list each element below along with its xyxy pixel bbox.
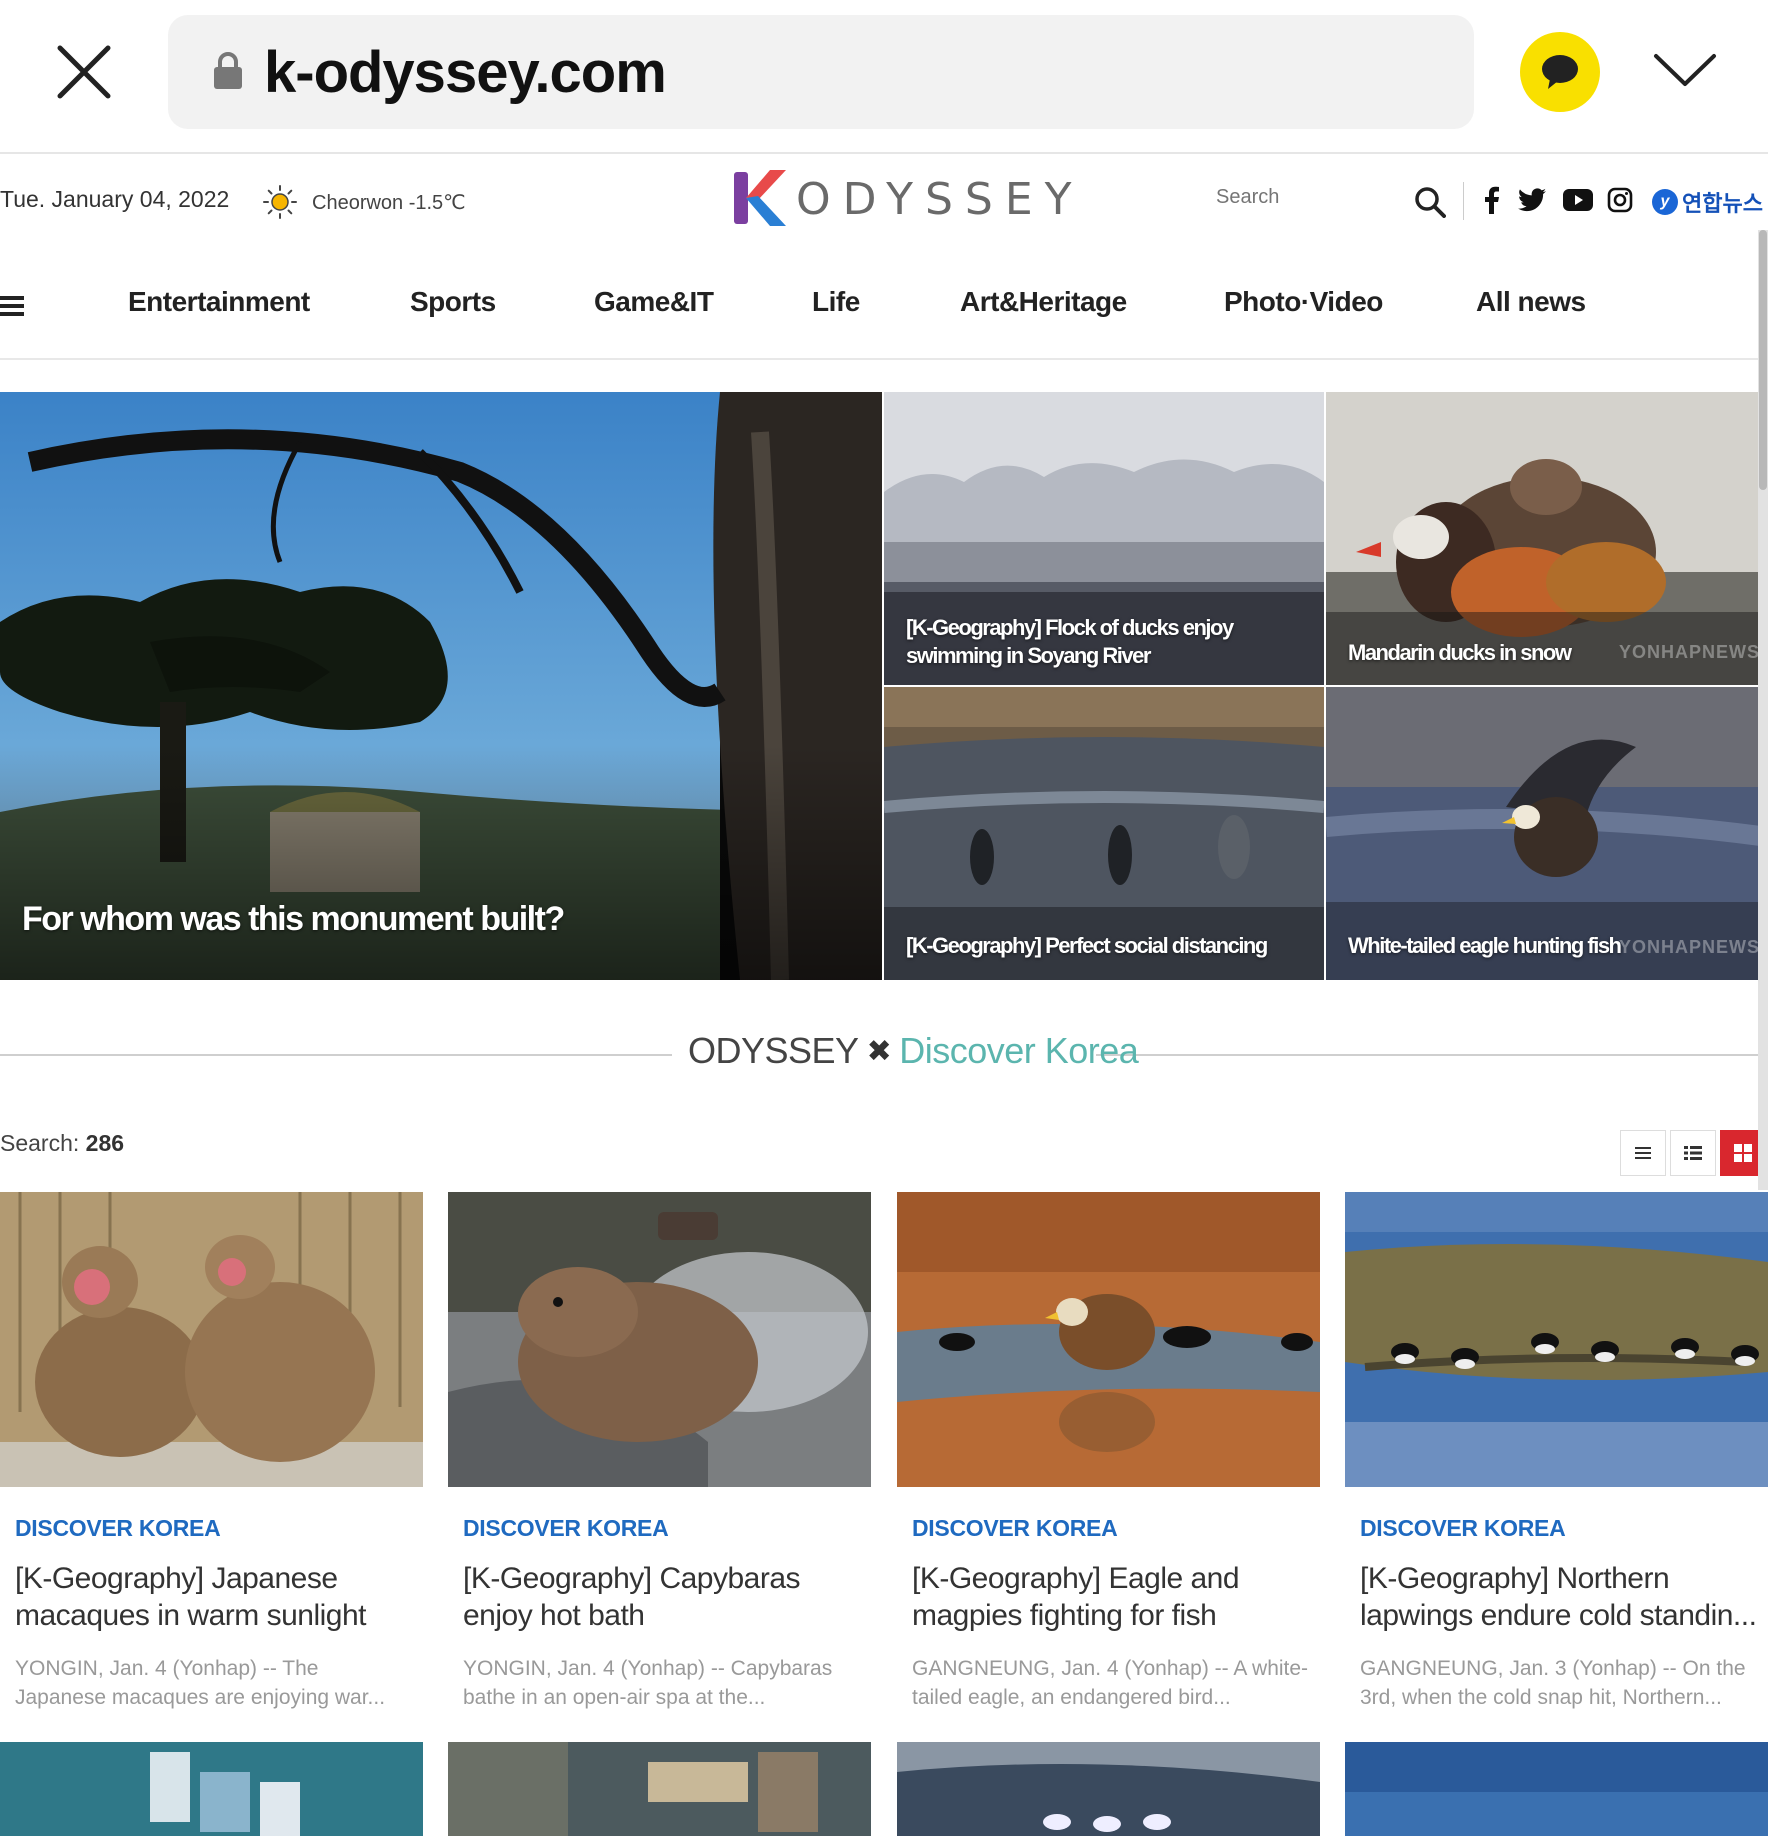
lock-icon xyxy=(212,51,244,91)
hero-tile[interactable]: [K-Geography] Flock of ducks enjoy swimm… xyxy=(884,392,1324,685)
close-icon[interactable] xyxy=(52,40,116,104)
article-card[interactable]: DISCOVER KOREA [K-Geography] Japanese ma… xyxy=(0,1192,423,1712)
article-summary: GANGNEUNG, Jan. 3 (Yonhap) -- On the 3rd… xyxy=(1360,1657,1746,1709)
instagram-icon[interactable] xyxy=(1606,186,1634,214)
logo-wordmark: ODYSSEY xyxy=(796,174,1084,225)
section-rule-right xyxy=(1096,1054,1768,1056)
hero-main-image xyxy=(0,392,882,980)
logo-k-mark xyxy=(734,170,786,226)
article-thumbnail[interactable] xyxy=(448,1192,871,1487)
menu-icon[interactable] xyxy=(0,296,24,316)
weather-text: Cheorwon -1.5℃ xyxy=(312,192,466,214)
watermark: YONHAPNEWS xyxy=(1618,642,1760,662)
article-category[interactable]: DISCOVER KOREA xyxy=(1360,1515,1768,1542)
article-thumbnail[interactable] xyxy=(1345,1742,1768,1836)
chat-bubble-icon[interactable] xyxy=(1520,32,1600,112)
times-icon: ✖ xyxy=(866,1034,892,1068)
scrollbar-thumb[interactable] xyxy=(1759,230,1767,490)
hero-tile-caption[interactable]: [K-Geography] Flock of ducks enjoy swimm… xyxy=(906,614,1306,670)
article-thumbnail[interactable] xyxy=(1345,1192,1768,1487)
article-category[interactable]: DISCOVER KOREA xyxy=(912,1515,1320,1542)
partner-logo-mark: y xyxy=(1652,189,1678,215)
hero-tile[interactable]: White-tailed eagle hunting fish YONHAPNE… xyxy=(1326,687,1768,980)
partner-logo[interactable]: y 연합뉴스 xyxy=(1652,186,1763,218)
hero-tile-caption[interactable]: White-tailed eagle hunting fish xyxy=(1348,933,1622,959)
section-rule-left xyxy=(0,1054,672,1056)
article-category[interactable]: DISCOVER KOREA xyxy=(463,1515,871,1542)
nav-item-art-heritage[interactable]: Art&Heritage xyxy=(960,286,1127,318)
grid-icon xyxy=(1734,1144,1752,1162)
site-logo[interactable]: ODYSSEY xyxy=(732,166,1072,230)
hero-main-caption[interactable]: For whom was this monument built? xyxy=(22,900,565,939)
article-summary: YONGIN, Jan. 4 (Yonhap) -- The Japanese … xyxy=(15,1657,386,1709)
article-thumbnail[interactable] xyxy=(448,1742,871,1836)
watermark: YONHAPNEWS xyxy=(1618,937,1760,957)
nav-item-life[interactable]: Life xyxy=(812,286,860,318)
list-icon xyxy=(1635,1147,1651,1159)
youtube-icon[interactable] xyxy=(1562,186,1594,214)
nav-item-game-it[interactable]: Game&IT xyxy=(594,286,714,318)
nav-item-all-news[interactable]: All news xyxy=(1476,286,1586,318)
partner-logo-text: 연합뉴스 xyxy=(1682,191,1763,216)
article-summary: GANGNEUNG, Jan. 4 (Yonhap) -- A white-ta… xyxy=(912,1657,1309,1709)
chevron-down-icon[interactable] xyxy=(1650,46,1720,96)
sun-icon xyxy=(262,184,298,220)
hero-main-story[interactable]: For whom was this monument built? xyxy=(0,392,882,980)
article-card[interactable]: DISCOVER KOREA [K-Geography] Northern la… xyxy=(1345,1192,1768,1712)
article-title[interactable]: [K-Geography] Northern lapwings endure c… xyxy=(1360,1560,1760,1634)
main-nav: Entertainment Sports Game&IT Life Art&He… xyxy=(0,256,1768,360)
detail-list-icon xyxy=(1684,1146,1702,1160)
nav-item-sports[interactable]: Sports xyxy=(410,286,496,318)
hero-tile[interactable]: Mandarin ducks in snow YONHAPNEWS xyxy=(1326,392,1768,685)
article-thumbnail[interactable] xyxy=(897,1192,1320,1487)
detail-view-button[interactable] xyxy=(1670,1130,1716,1176)
hero-tile[interactable]: [K-Geography] Perfect social distancing xyxy=(884,687,1324,980)
section-title-right: Discover Korea xyxy=(899,1030,1139,1071)
result-count-label: Search: xyxy=(0,1130,80,1156)
section-title: ODYSSEY ✖ Discover Korea xyxy=(688,1030,1139,1072)
section-title-left: ODYSSEY xyxy=(688,1030,859,1071)
twitter-icon[interactable] xyxy=(1518,186,1546,214)
hero-tile-caption[interactable]: [K-Geography] Perfect social distancing xyxy=(906,933,1268,959)
header-divider xyxy=(1463,182,1464,220)
article-card[interactable]: DISCOVER KOREA [K-Geography] Eagle and m… xyxy=(897,1192,1320,1712)
url-text: k-odyssey.com xyxy=(264,40,667,105)
page-scrollbar[interactable] xyxy=(1758,230,1768,1190)
hero-tile-caption[interactable]: Mandarin ducks in snow xyxy=(1348,640,1572,666)
nav-item-photo-video[interactable]: Photo·Video xyxy=(1224,286,1383,318)
article-thumbnail[interactable] xyxy=(897,1742,1320,1836)
list-view-button[interactable] xyxy=(1620,1130,1666,1176)
article-title[interactable]: [K-Geography] Capybaras enjoy hot bath xyxy=(463,1560,863,1634)
article-summary: YONGIN, Jan. 4 (Yonhap) -- Capybaras bat… xyxy=(463,1657,833,1709)
nav-item-entertainment[interactable]: Entertainment xyxy=(128,286,310,318)
search-input[interactable] xyxy=(1216,186,1396,209)
article-category[interactable]: DISCOVER KOREA xyxy=(15,1515,423,1542)
address-bar[interactable]: k-odyssey.com xyxy=(168,15,1474,129)
browser-toolbar: k-odyssey.com xyxy=(0,0,1768,154)
date-text: Tue. January 04, 2022 xyxy=(0,186,230,212)
article-title[interactable]: [K-Geography] Eagle and magpies fighting… xyxy=(912,1560,1312,1634)
result-count: Search: 286 xyxy=(0,1130,124,1157)
result-count-value: 286 xyxy=(85,1130,125,1156)
article-thumbnail[interactable] xyxy=(0,1192,423,1487)
search-icon[interactable] xyxy=(1414,186,1446,218)
article-card[interactable]: DISCOVER KOREA [K-Geography] Capybaras e… xyxy=(448,1192,871,1712)
article-title[interactable]: [K-Geography] Japanese macaques in warm … xyxy=(15,1560,415,1634)
facebook-icon[interactable] xyxy=(1478,186,1506,214)
article-thumbnail[interactable] xyxy=(0,1742,423,1836)
